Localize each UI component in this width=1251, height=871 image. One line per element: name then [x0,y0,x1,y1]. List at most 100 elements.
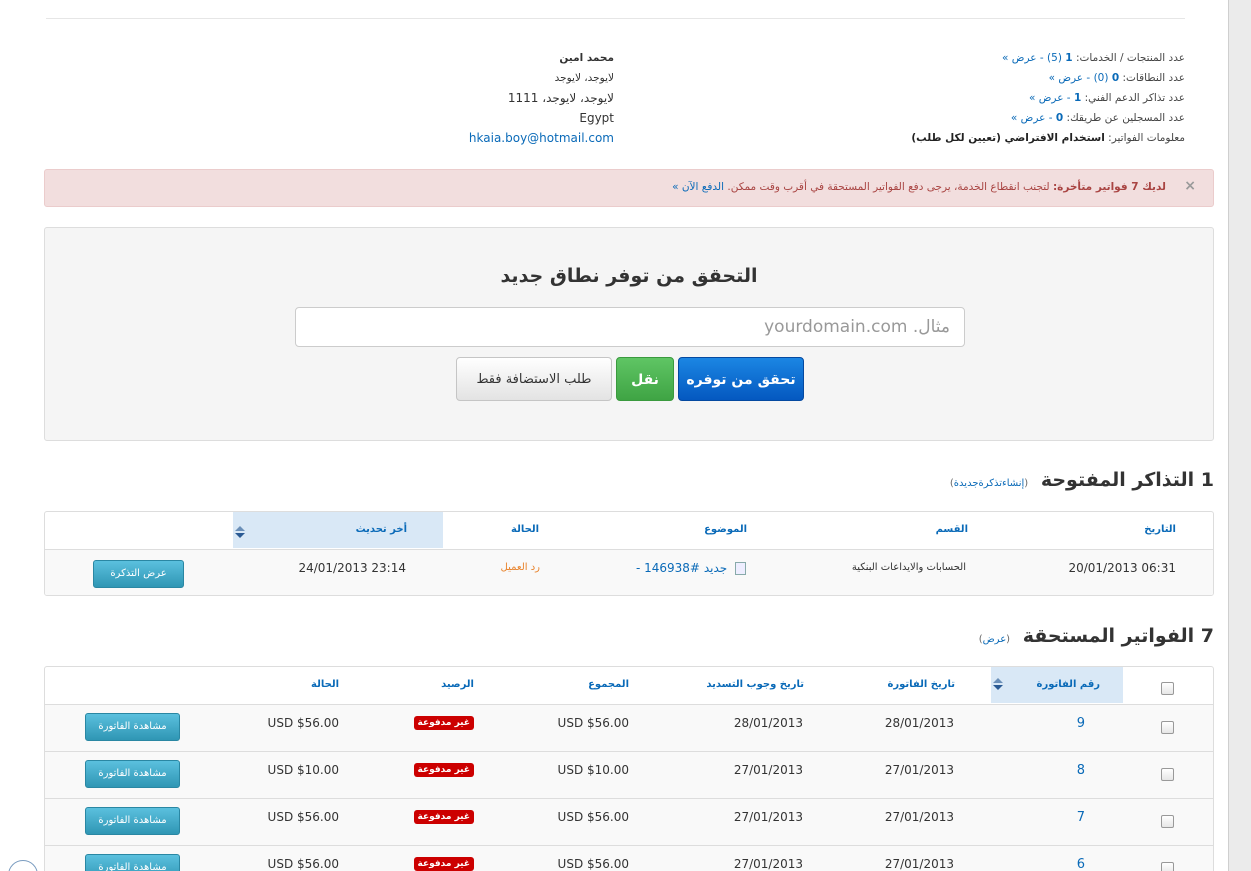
close-icon[interactable]: × [1184,178,1196,194]
invoice-total: USD $56.00 [557,716,629,730]
invoices-heading-title: الفواتير المستحقة [1022,625,1195,647]
summary-stats: عدد المنتجات / الخدمات: 1 (5) - عرض » عد… [911,48,1185,148]
invoice-due-date: 27/01/2013 [733,857,803,871]
ticket-last-update: 24/01/2013 23:14 [298,561,406,575]
tickets-col-last-update[interactable]: أخر تحديث [356,512,407,548]
invoice-date: 28/01/2013 [884,716,954,730]
domain-search-input[interactable]: مثال. yourdomain.com [295,307,965,347]
sort-up-icon[interactable] [235,526,245,531]
row-checkbox[interactable] [1161,815,1174,828]
view-ticket-button[interactable]: عرض التذكرة [93,560,184,588]
hosting-only-button[interactable]: طلب الاستضافة فقط [456,357,612,401]
floating-help-icon[interactable] [8,860,38,871]
invoice-id[interactable]: 6 [1077,857,1085,871]
tickets-col-department[interactable]: القسم [936,512,968,548]
tickets-view-link[interactable]: - عرض » [1029,92,1071,104]
tickets-table: التاريخ القسم الموضوع الحالة أخر تحديث 2… [44,511,1214,596]
sort-up-icon[interactable] [993,678,1003,683]
invoice-number-link[interactable]: 6 [1077,857,1085,871]
stat-tickets: عدد تذاكر الدعم الفني: 1 - عرض » [1028,92,1185,104]
ticket-subject-link[interactable]: #146938 [644,561,700,575]
products-extra: (5) [1047,52,1062,64]
invoices-view-link[interactable]: عرض [983,634,1007,645]
stat-referrals: عدد المسجلين عن طريقك: 0 - عرض » [1010,112,1185,124]
transfer-button[interactable]: نقل [616,357,674,401]
row-checkbox[interactable] [1161,721,1174,734]
invoice-total: USD $56.00 [557,857,629,871]
ticket-subject: - جديد #146938 [636,561,746,575]
tickets-heading-count: 1 [1200,469,1214,491]
invoice-number-link[interactable]: 7 [1077,810,1085,825]
view-invoice-button[interactable]: مشاهدة الفاتورة [85,807,180,835]
ticket-status: رد العميل [500,562,540,573]
unpaid-badge: غير مدفوعة [413,810,474,824]
invoices-col-date[interactable]: تاريخ الفاتورة [887,667,955,703]
table-row: 8 27/01/2013 27/01/2013 USD $10.00 غير م… [45,751,1213,798]
alert-bold: لديك 7 فواتير متأخرة: [1052,181,1166,193]
table-row: 6 27/01/2013 27/01/2013 USD $56.00 غير م… [45,845,1213,871]
unpaid-badge: غير مدفوعة [413,716,474,730]
invoice-date: 27/01/2013 [884,857,954,871]
invoices-col-status[interactable]: الحالة [311,667,339,703]
invoice-due-date: 27/01/2013 [733,810,803,824]
table-row: 9 28/01/2013 28/01/2013 USD $56.00 غير م… [45,704,1213,751]
products-count: 1 [1065,52,1073,64]
invoice-due-date: 28/01/2013 [733,716,803,730]
stat-billing: معلومات الفواتير: استخدام الافتراضي (تعي… [911,132,1185,144]
client-email[interactable]: hkaia.boy@hotmail.com [469,131,614,145]
referrals-count: 0 [1055,112,1064,124]
left-frame-edge [0,0,12,871]
pay-now-link[interactable]: الدفع الآن » [672,181,724,193]
row-checkbox[interactable] [1161,862,1174,871]
view-invoice-button[interactable]: مشاهدة الفاتورة [85,713,180,741]
invoices-col-number[interactable]: رقم الفاتورة [1037,667,1100,703]
invoices-table: رقم الفاتورة تاريخ الفاتورة تاريخ وجوب ا… [44,666,1214,871]
tickets-count: 1 [1073,92,1082,104]
products-view-link[interactable]: - عرض » [1002,52,1044,64]
select-all-checkbox[interactable] [1161,682,1174,695]
invoice-id[interactable]: 7 [1077,810,1085,825]
invoice-id[interactable]: 9 [1077,716,1085,731]
tickets-heading-title: التذاكر المفتوحة [1040,469,1195,491]
top-divider [46,18,1185,19]
document-icon [735,562,746,575]
tickets-col-status[interactable]: الحالة [511,512,539,548]
invoices-col-total[interactable]: المجموع [588,667,629,703]
unpaid-badge: غير مدفوعة [413,857,474,871]
check-availability-button[interactable]: تحقق من توفره [678,357,804,401]
client-name: محمد امين [559,52,614,64]
tickets-col-date[interactable]: التاريخ [1144,512,1176,548]
alert-message: لديك 7 فواتير متأخرة: لتجنب انقطاع الخدم… [672,181,1166,193]
table-row: 20/01/2013 06:31 الحسابات والايداعات الب… [45,549,1213,595]
tickets-col-subject[interactable]: الموضوع [704,512,747,548]
address-line-2: لايوجد، لايوجد، 1111 [507,91,614,105]
sorted-column-highlight [233,512,443,548]
sort-down-icon[interactable] [993,685,1003,690]
invoice-date: 27/01/2013 [884,810,954,824]
new-ticket-link[interactable]: إنشاءتذكرةجديدة [954,478,1024,489]
address-block: محمد امين لايوجد، لايوجد لايوجد، لايوجد،… [469,48,614,148]
domains-view-link[interactable]: - عرض » [1049,72,1091,84]
view-invoice-button[interactable]: مشاهدة الفاتورة [85,854,180,871]
invoice-number-link[interactable]: 8 [1077,763,1085,778]
unpaid-badge: غير مدفوعة [413,763,474,777]
row-checkbox[interactable] [1161,768,1174,781]
invoice-total: USD $10.00 [557,763,629,777]
domains-count: 0 [1111,72,1120,84]
invoice-number-link[interactable]: 9 [1077,716,1085,731]
view-invoice-button[interactable]: مشاهدة الفاتورة [85,760,180,788]
referrals-view-link[interactable]: - عرض » [1011,112,1053,124]
invoice-id[interactable]: 8 [1077,763,1085,778]
invoice-total: USD $56.00 [557,810,629,824]
invoice-date: 27/01/2013 [884,763,954,777]
invoices-col-balance[interactable]: الرصيد [441,667,474,703]
invoice-balance: USD $10.00 [267,763,339,777]
alert-text: لتجنب انقطاع الخدمة، يرجى دفع الفواتير ا… [727,181,1050,193]
new-ticket-wrap: (إنشاءتذكرةجديدة) [949,478,1029,489]
domain-check-panel: التحقق من توفر نطاق جديد مثال. yourdomai… [44,227,1214,441]
sort-down-icon[interactable] [235,533,245,538]
invoices-col-due[interactable]: تاريخ وجوب التسديد [706,667,804,703]
right-frame-scrollbar[interactable] [1228,0,1251,871]
invoices-view-wrap: (عرض) [978,634,1011,645]
invoices-heading-count: 7 [1200,625,1214,647]
